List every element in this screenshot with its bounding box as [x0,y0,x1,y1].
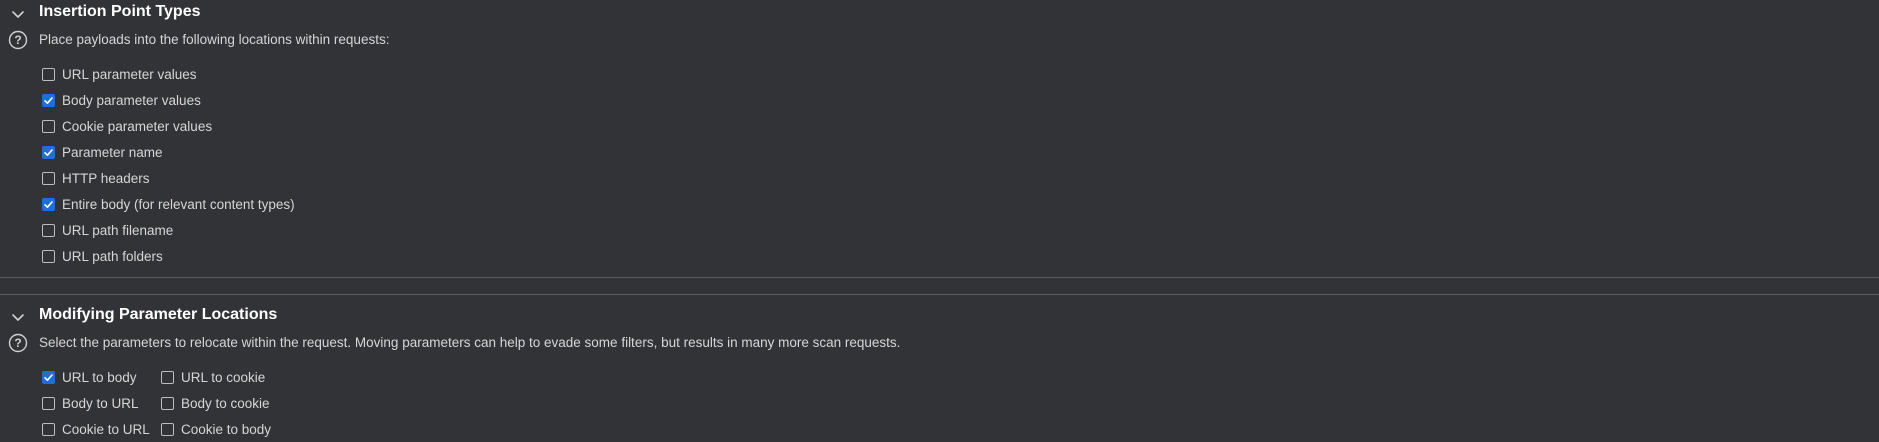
checkbox[interactable] [161,422,174,436]
checkbox[interactable] [42,223,55,237]
checkbox[interactable] [42,396,55,410]
section-title: Modifying Parameter Locations [39,306,278,323]
option-body-to-url[interactable]: Body to URL [42,392,139,414]
checkbox[interactable] [42,197,55,211]
checkbox-label: URL path filename [62,222,174,238]
checkbox[interactable] [161,396,174,410]
section-divider [0,277,1879,278]
checkbox-label: Body to cookie [181,395,270,411]
option-url-to-cookie[interactable]: URL to cookie [161,366,265,388]
checkbox-label: URL path folders [62,248,163,264]
checkbox[interactable] [161,370,174,384]
checkbox[interactable] [42,67,55,81]
checkbox-label: Entire body (for relevant content types) [62,196,295,212]
option-cookie-to-url[interactable]: Cookie to URL [42,418,150,440]
checkbox-label: Cookie to body [181,421,272,437]
option-parameter-name[interactable]: Parameter name [42,141,163,163]
checkbox[interactable] [42,145,55,159]
checkbox-label: Cookie to URL [62,421,150,437]
option-http-headers[interactable]: HTTP headers [42,167,150,189]
option-url-to-body[interactable]: URL to body [42,366,137,388]
section-divider [0,294,1879,295]
checkbox[interactable] [42,171,55,185]
option-cookie-parameter-values[interactable]: Cookie parameter values [42,115,212,137]
checkbox[interactable] [42,93,55,107]
checkbox[interactable] [42,119,55,133]
chevron-down-icon[interactable] [8,4,28,24]
checkbox[interactable] [42,249,55,263]
option-entire-body[interactable]: Entire body (for relevant content types) [42,193,295,215]
checkbox[interactable] [42,422,55,436]
chevron-down-icon[interactable] [8,307,28,327]
help-circle-icon[interactable]: ? [8,333,28,353]
svg-text:?: ? [14,336,21,350]
option-url-path-folders[interactable]: URL path folders [42,245,163,267]
option-url-path-filename[interactable]: URL path filename [42,219,173,241]
checkbox-label: URL to body [62,369,137,385]
checkbox-label: Body to URL [62,395,139,411]
svg-text:?: ? [14,33,21,47]
checkbox-label: URL to cookie [181,369,266,385]
section-description: Select the parameters to relocate within… [39,335,901,350]
checkbox-label: Parameter name [62,144,163,160]
checkbox-label: HTTP headers [62,170,150,186]
checkbox[interactable] [42,370,55,384]
section-description: Place payloads into the following locati… [39,32,390,47]
section-title: Insertion Point Types [39,3,201,20]
help-circle-icon[interactable]: ? [8,30,28,50]
option-body-parameter-values[interactable]: Body parameter values [42,89,201,111]
option-cookie-to-body[interactable]: Cookie to body [161,418,271,440]
checkbox-label: URL parameter values [62,66,197,82]
checkbox-label: Cookie parameter values [62,118,213,134]
checkbox-label: Body parameter values [62,92,201,108]
option-body-to-cookie[interactable]: Body to cookie [161,392,270,414]
option-url-parameter-values[interactable]: URL parameter values [42,63,197,85]
